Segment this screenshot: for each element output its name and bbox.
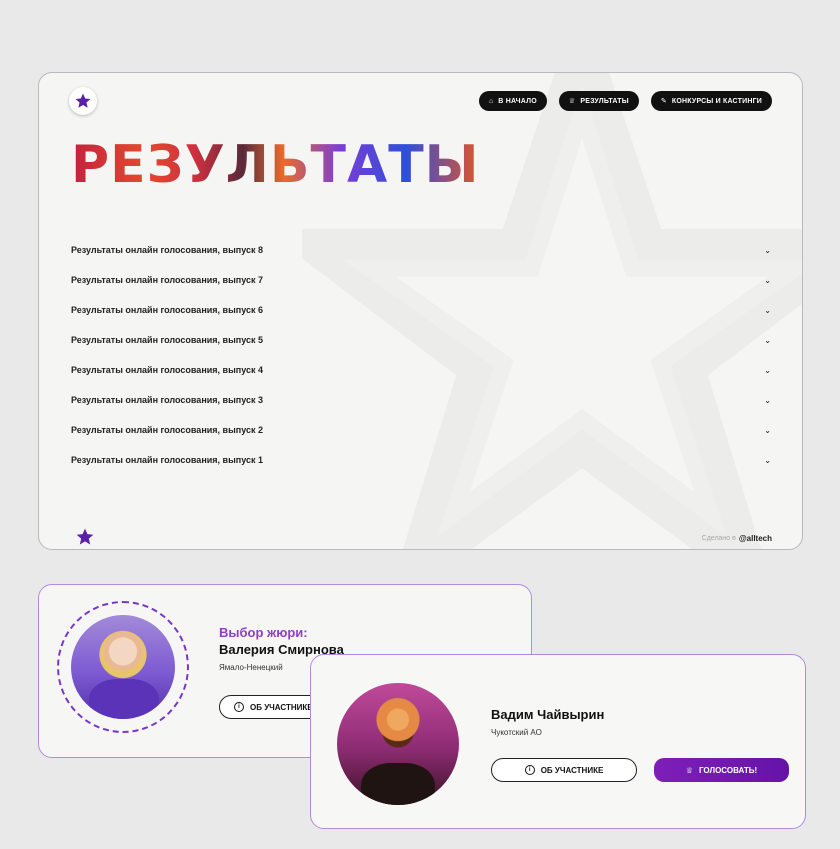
home-icon: ⌂ [488,97,494,105]
page-title: РЕЗУЛЬТАТЫ [71,135,480,195]
logo[interactable] [69,87,97,115]
result-item-label: Результаты онлайн голосования, выпуск 2 [71,425,263,435]
result-item-label: Результаты онлайн голосования, выпуск 7 [71,275,263,285]
nav-results-label: Результаты [580,97,629,105]
result-item-label: Результаты онлайн голосования, выпуск 8 [71,245,263,255]
about-participant-button[interactable]: i ОБ УЧАСТНИКЕ [491,758,637,782]
jury-choice-label: Выбор жюри: [219,625,308,640]
vote-label: ГОЛОСОВАТЬ! [699,765,758,775]
about-label: ОБ УЧАСТНИКЕ [540,765,604,775]
nav-results-button[interactable]: ♕ Результаты [558,91,639,111]
result-item-issue-8[interactable]: Результаты онлайн голосования, выпуск 8 … [71,235,771,265]
nav-home-button[interactable]: ⌂ В начало [478,91,547,111]
trophy-icon: ♕ [685,765,693,775]
result-item-label: Результаты онлайн голосования, выпуск 4 [71,365,263,375]
results-panel: ⌂ В начало ♕ Результаты ✎ Конкурсы и кас… [38,72,803,550]
chevron-down-icon: ⌄ [764,245,771,255]
info-icon: i [524,765,535,775]
result-item-label: Результаты онлайн голосования, выпуск 1 [71,455,263,465]
credit-brand: @alltech [738,534,772,543]
result-item-issue-4[interactable]: Результаты онлайн голосования, выпуск 4 … [71,355,771,385]
chevron-down-icon: ⌄ [764,455,771,465]
participant-region: Ямало-Ненецкий [219,663,283,672]
about-label: ОБ УЧАСТНИКЕ [250,702,313,712]
nav-contests-button[interactable]: ✎ Конкурсы и кастинги [650,91,772,111]
chevron-down-icon: ⌄ [764,395,771,405]
result-item-issue-5[interactable]: Результаты онлайн голосования, выпуск 5 … [71,325,771,355]
avatar [337,683,459,805]
result-item-issue-2[interactable]: Результаты онлайн голосования, выпуск 2 … [71,415,771,445]
vote-button[interactable]: ♕ ГОЛОСОВАТЬ! [654,758,789,782]
credit-prefix: Сделано в [701,535,736,542]
info-icon: i [234,702,244,712]
participant-name: Вадим Чайвырин [491,707,605,722]
results-accordion: Результаты онлайн голосования, выпуск 8 … [71,235,771,475]
avatar-ring [57,601,189,733]
chevron-down-icon: ⌄ [764,425,771,435]
avatar [71,615,175,719]
participant-region: Чукотский АО [491,728,542,737]
chevron-down-icon: ⌄ [764,335,771,345]
nav-contests-label: Конкурсы и кастинги [671,97,762,105]
chevron-down-icon: ⌄ [764,305,771,315]
trophy-icon: ♕ [568,98,576,105]
top-nav: ⌂ В начало ♕ Результаты ✎ Конкурсы и кас… [478,91,772,111]
result-item-issue-7[interactable]: Результаты онлайн голосования, выпуск 7 … [71,265,771,295]
result-item-issue-3[interactable]: Результаты онлайн голосования, выпуск 3 … [71,385,771,415]
footer-star-icon [76,528,94,545]
result-item-label: Результаты онлайн голосования, выпуск 5 [71,335,263,345]
chevron-down-icon: ⌄ [764,275,771,285]
chevron-down-icon: ⌄ [764,365,771,375]
result-item-label: Результаты онлайн голосования, выпуск 3 [71,395,263,405]
nav-home-label: В начало [498,97,537,105]
participant-card: Вадим Чайвырин Чукотский АО i ОБ УЧАСТНИ… [310,654,806,829]
result-item-label: Результаты онлайн голосования, выпуск 6 [71,305,263,315]
result-item-issue-1[interactable]: Результаты онлайн голосования, выпуск 1 … [71,445,771,475]
star-icon [75,93,91,108]
pencil-icon: ✎ [660,98,667,105]
footer-credit[interactable]: Сделано в @alltech [702,534,772,543]
result-item-issue-6[interactable]: Результаты онлайн голосования, выпуск 6 … [71,295,771,325]
